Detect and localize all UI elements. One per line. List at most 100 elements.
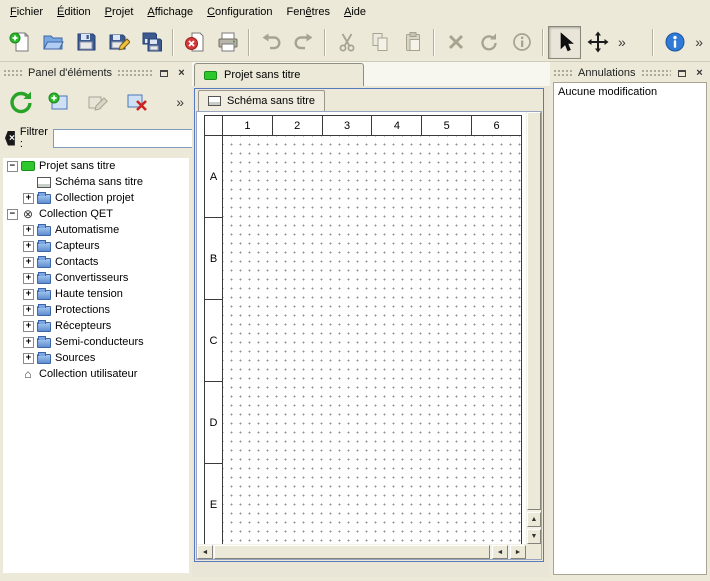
open-project-button[interactable]: [36, 26, 69, 59]
tree-item-collection-utilisateur[interactable]: ⌂Collection utilisateur: [3, 366, 189, 382]
tree-expander[interactable]: +: [23, 353, 34, 364]
scroll-left-button-2[interactable]: ◄: [492, 545, 508, 559]
diagram-canvas[interactable]: 123456 ABCDE: [197, 112, 526, 544]
scroll-left-button[interactable]: ◄: [197, 545, 213, 559]
element-tree[interactable]: −Projet sans titreSchéma sans titre+Coll…: [3, 158, 189, 573]
delete-button[interactable]: [439, 26, 472, 59]
column-header-2: 2: [273, 116, 323, 135]
menu-configuration[interactable]: Configuration: [200, 2, 279, 22]
tree-item-sche-ma-sans-titre[interactable]: Schéma sans titre: [3, 174, 189, 190]
tree-expander[interactable]: −: [7, 209, 18, 220]
tree-item-label: Collection QET: [39, 208, 113, 220]
elements-panel-titlebar[interactable]: Panel d'éléments ×: [3, 65, 189, 81]
paste-button[interactable]: [396, 26, 429, 59]
tree-item-projet-sans-titre[interactable]: −Projet sans titre: [3, 158, 189, 174]
tree-item-semi-conducteurs[interactable]: + Semi-conducteurs: [3, 334, 189, 350]
tree-expander[interactable]: +: [23, 289, 34, 300]
tree-expander[interactable]: +: [23, 321, 34, 332]
paste-icon: [402, 31, 424, 53]
tree-item-collection-qet[interactable]: −⊗Collection QET: [3, 206, 189, 222]
tree-item-haute-tension[interactable]: +Haute tension: [3, 286, 189, 302]
project-tab[interactable]: Projet sans titre: [194, 63, 364, 86]
undo-panel-titlebar[interactable]: Annulations ×: [553, 65, 707, 81]
menu-fene-tres[interactable]: Fenêtres: [280, 2, 337, 22]
close-panel-button[interactable]: ×: [692, 66, 707, 80]
undo-list[interactable]: Aucune modification: [553, 82, 707, 575]
tree-expander[interactable]: +: [23, 257, 34, 268]
tree-item-sources[interactable]: + Sources: [3, 350, 189, 366]
float-icon: [678, 70, 686, 77]
delete-element-button[interactable]: [121, 87, 153, 117]
tree-item-label: Contacts: [55, 256, 98, 268]
toolbar-separator: [542, 29, 544, 56]
help-overflow-chevron[interactable]: »: [691, 34, 707, 50]
diagram-sheet: 123456 ABCDE: [204, 115, 522, 544]
vertical-scrollbar-thumb[interactable]: [527, 112, 541, 510]
tree-expander[interactable]: +: [23, 241, 34, 252]
float-icon: [160, 70, 168, 77]
pan-mode-button[interactable]: [581, 26, 614, 59]
tree-expander[interactable]: −: [7, 161, 18, 172]
close-project-button[interactable]: [178, 26, 211, 59]
undo-button[interactable]: [254, 26, 287, 59]
tree-item-capteurs[interactable]: +Capteurs: [3, 238, 189, 254]
cut-button[interactable]: [330, 26, 363, 59]
folder-icon: [37, 290, 51, 300]
scroll-down-button[interactable]: ▼: [527, 529, 541, 544]
about-qet-button[interactable]: [658, 26, 691, 59]
scroll-right-button[interactable]: ►: [510, 545, 526, 559]
redo-button[interactable]: [287, 26, 320, 59]
tree-item-protections[interactable]: +Protections: [3, 302, 189, 318]
tree-item-automatisme[interactable]: +Automatisme: [3, 222, 189, 238]
column-header-6: 6: [472, 116, 521, 135]
scrollbar-corner: [526, 544, 541, 559]
tree-item-convertisseurs[interactable]: +Convertisseurs: [3, 270, 189, 286]
tree-expander[interactable]: +: [23, 305, 34, 316]
diagram-grid[interactable]: [223, 136, 521, 544]
rotate-button[interactable]: [472, 26, 505, 59]
tree-item-contacts[interactable]: + Contacts: [3, 254, 189, 270]
diagram-view[interactable]: 123456 ABCDE ▲ ▼ ◄: [196, 111, 542, 560]
horizontal-scrollbar[interactable]: ◄ ◄ ►: [197, 544, 526, 559]
copy-button[interactable]: [363, 26, 396, 59]
scroll-up-button[interactable]: ▲: [527, 512, 541, 527]
filter-input[interactable]: [53, 129, 203, 148]
tree-expander[interactable]: +: [23, 337, 34, 348]
vertical-scrollbar[interactable]: ▲ ▼: [526, 112, 541, 544]
menu-aide[interactable]: Aide: [337, 2, 373, 22]
float-panel-button[interactable]: [674, 66, 689, 80]
toolbar-overflow-chevron[interactable]: »: [614, 34, 630, 50]
folder-icon: [37, 274, 51, 284]
new-element-button[interactable]: [43, 87, 75, 117]
tree-expander[interactable]: +: [23, 225, 34, 236]
tree-item-label: Semi-conducteurs: [55, 336, 144, 348]
tree-item-collection-projet[interactable]: +Collection projet: [3, 190, 189, 206]
menu-e-dition[interactable]: Édition: [50, 2, 98, 22]
save-button[interactable]: [69, 26, 102, 59]
reload-collections-button[interactable]: [4, 87, 36, 117]
close-panel-button[interactable]: ×: [174, 66, 189, 80]
diagram-tab[interactable]: Schéma sans titre: [198, 90, 325, 111]
horizontal-scrollbar-thumb[interactable]: [214, 545, 490, 559]
new-document-button[interactable]: [3, 26, 36, 59]
tree-expander[interactable]: +: [23, 193, 34, 204]
clear-filter-icon[interactable]: ×: [5, 131, 15, 146]
menu-fichier[interactable]: Fichier: [3, 2, 50, 22]
diagram-icon: [37, 177, 51, 188]
menu-projet[interactable]: Projet: [98, 2, 141, 22]
select-mode-button[interactable]: [548, 26, 581, 59]
menu-affichage[interactable]: Affichage: [140, 2, 200, 22]
undo-arrow-icon: [260, 31, 282, 53]
tree-item-re-cepteurs[interactable]: +Récepteurs: [3, 318, 189, 334]
float-panel-button[interactable]: [156, 66, 171, 80]
save-as-button[interactable]: [102, 26, 135, 59]
tree-item-label: Sources: [55, 352, 95, 364]
panel-toolbar-overflow-chevron[interactable]: »: [172, 94, 188, 110]
edit-element-button[interactable]: [82, 87, 114, 117]
print-button[interactable]: [211, 26, 244, 59]
save-all-button[interactable]: [135, 26, 168, 59]
folder-icon: [37, 194, 51, 204]
info-button[interactable]: [505, 26, 538, 59]
tree-expander[interactable]: +: [23, 273, 34, 284]
project-tab-label: Projet sans titre: [224, 69, 300, 81]
